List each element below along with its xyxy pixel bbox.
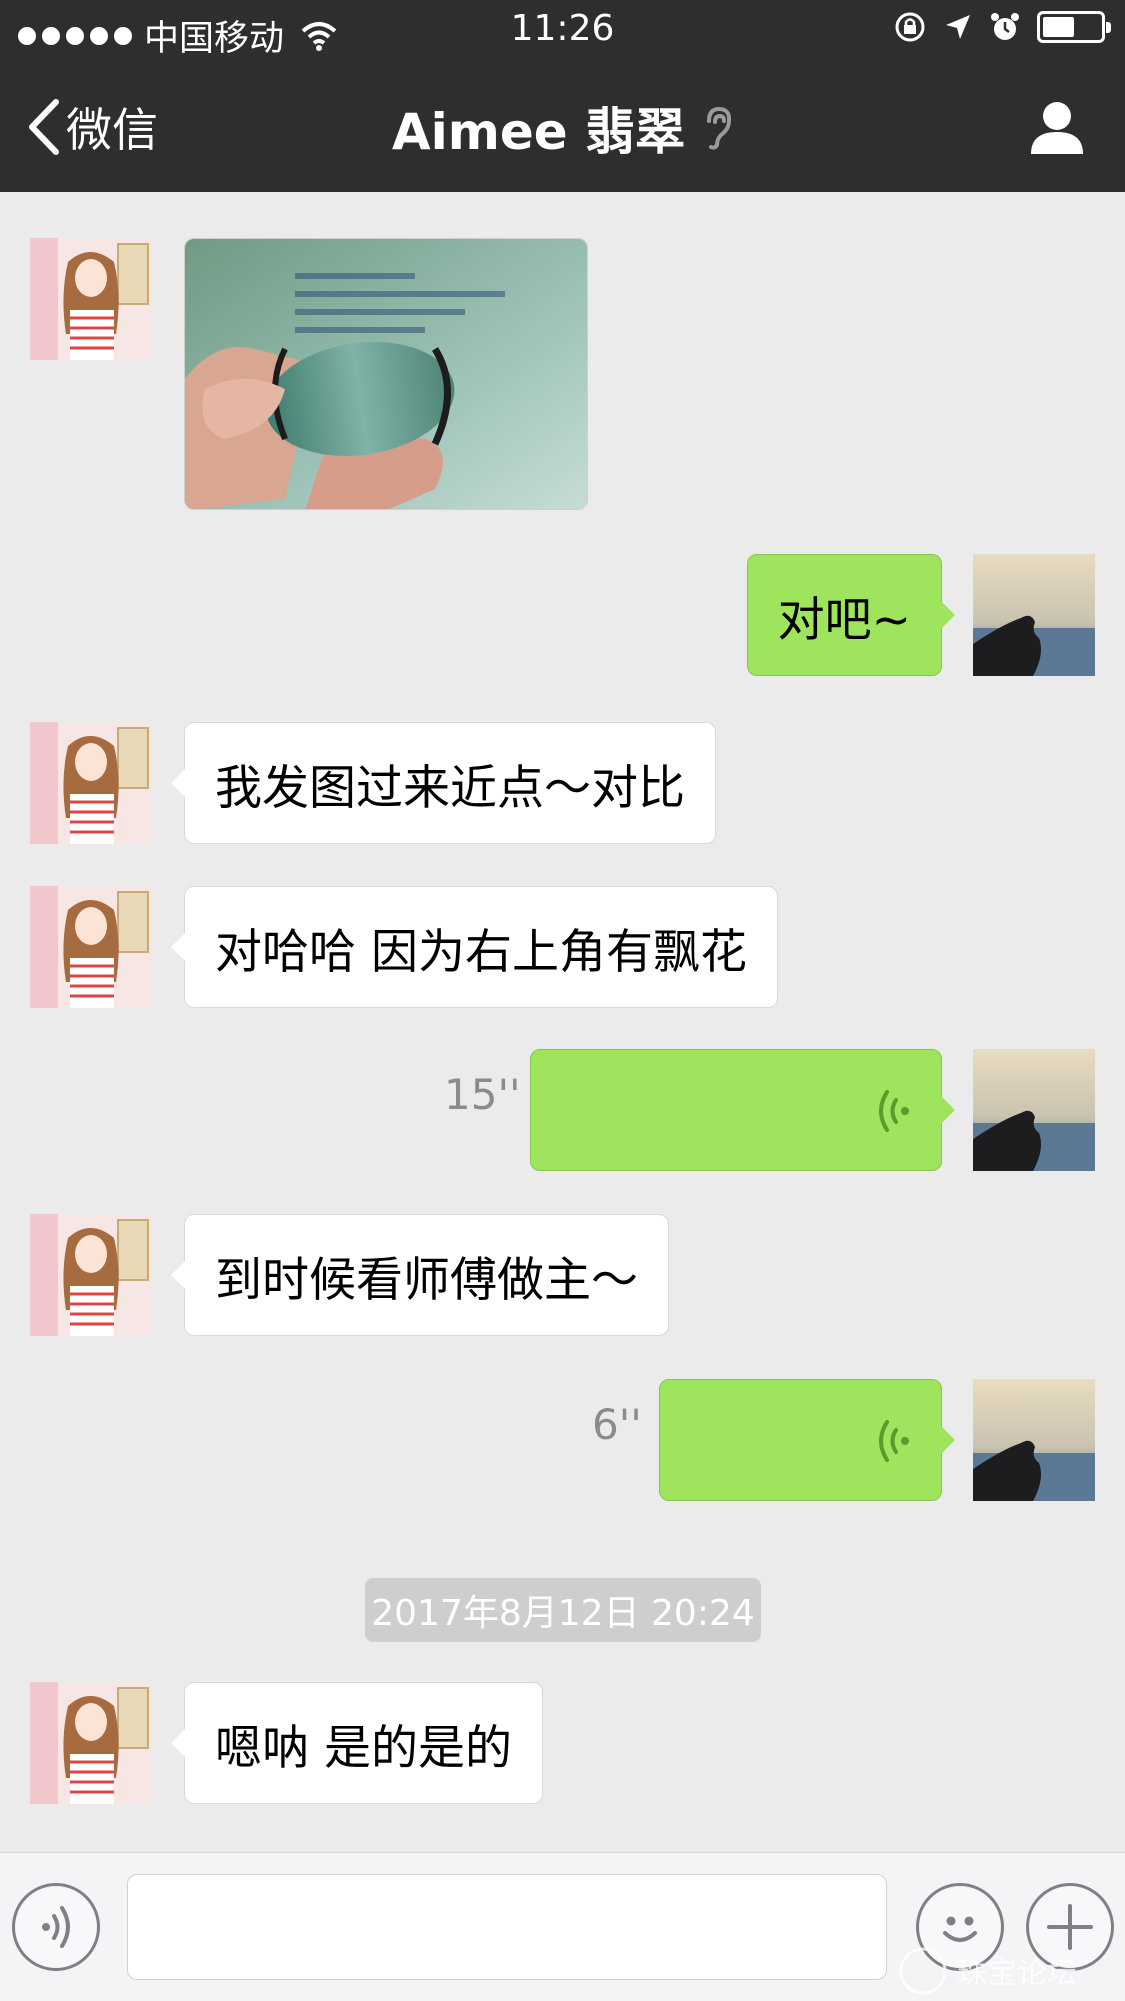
person-icon [1031,102,1083,154]
voice-message-bubble[interactable] [530,1049,955,1171]
message-bubble-incoming[interactable]: 嗯呐 是的是的 [171,1682,543,1804]
message-bubble-incoming[interactable]: 对哈哈 因为右上角有飘花 [171,886,778,1008]
contact-avatar[interactable] [30,886,152,1008]
status-right [893,10,1111,44]
voice-wave-icon [42,1906,70,1948]
message-text: 对吧~ [777,592,911,648]
message-bubble-incoming[interactable]: 我发图过来近点～对比 [171,722,716,844]
chat-area[interactable]: 对吧~ 我发图过来近点～对比 对哈哈 因为右上角有飘花 15'' 到时候看师傅做… [0,192,1125,1852]
voice-input-button[interactable] [12,1883,100,1971]
earpiece-mode-icon [707,106,732,150]
status-bar: 中国移动 11:26 [0,0,1125,64]
my-avatar[interactable] [973,1049,1095,1171]
contact-avatar[interactable] [30,238,152,360]
contact-avatar[interactable] [30,722,152,844]
message-text: 嗯呐 是的是的 [215,1720,512,1776]
voice-wave-icon [879,1420,909,1462]
message-bubble-outgoing[interactable]: 对吧~ [746,554,956,676]
nav-bar: 微信 Aimee 翡翠 [0,64,1125,192]
watermark-logo: 珠宝论坛 [899,1947,1077,1995]
chat-info-button[interactable] [1027,96,1087,160]
voice-message-bubble[interactable] [659,1379,955,1501]
voice-duration: 6'' [592,1400,642,1449]
message-input[interactable] [127,1874,887,1980]
message-text: 到时候看师傅做主～ [215,1252,638,1308]
contact-avatar[interactable] [30,1214,152,1336]
rotation-lock-icon [895,12,925,42]
alarm-icon [991,13,1019,40]
message-text: 我发图过来近点～对比 [215,760,685,816]
chat-title-text: Aimee 翡翠 [391,103,686,161]
contact-avatar[interactable] [30,1682,152,1804]
image-message[interactable] [184,238,588,510]
voice-duration: 15'' [444,1070,521,1119]
message-text: 对哈哈 因为右上角有飘花 [215,924,747,980]
input-bar: 珠宝论坛 [0,1852,1125,2001]
message-timestamp: 2017年8月12日 20:24 [365,1578,761,1642]
battery-icon [1037,11,1111,43]
voice-wave-icon [879,1090,909,1132]
location-arrow-icon [946,15,970,39]
my-avatar[interactable] [973,554,1095,676]
message-bubble-incoming[interactable]: 到时候看师傅做主～ [171,1214,669,1336]
watermark-text: 珠宝论坛 [957,1956,1077,1991]
battery-level [1043,17,1074,37]
chat-title: Aimee 翡翠 [0,92,1125,164]
my-avatar[interactable] [973,1379,1095,1501]
